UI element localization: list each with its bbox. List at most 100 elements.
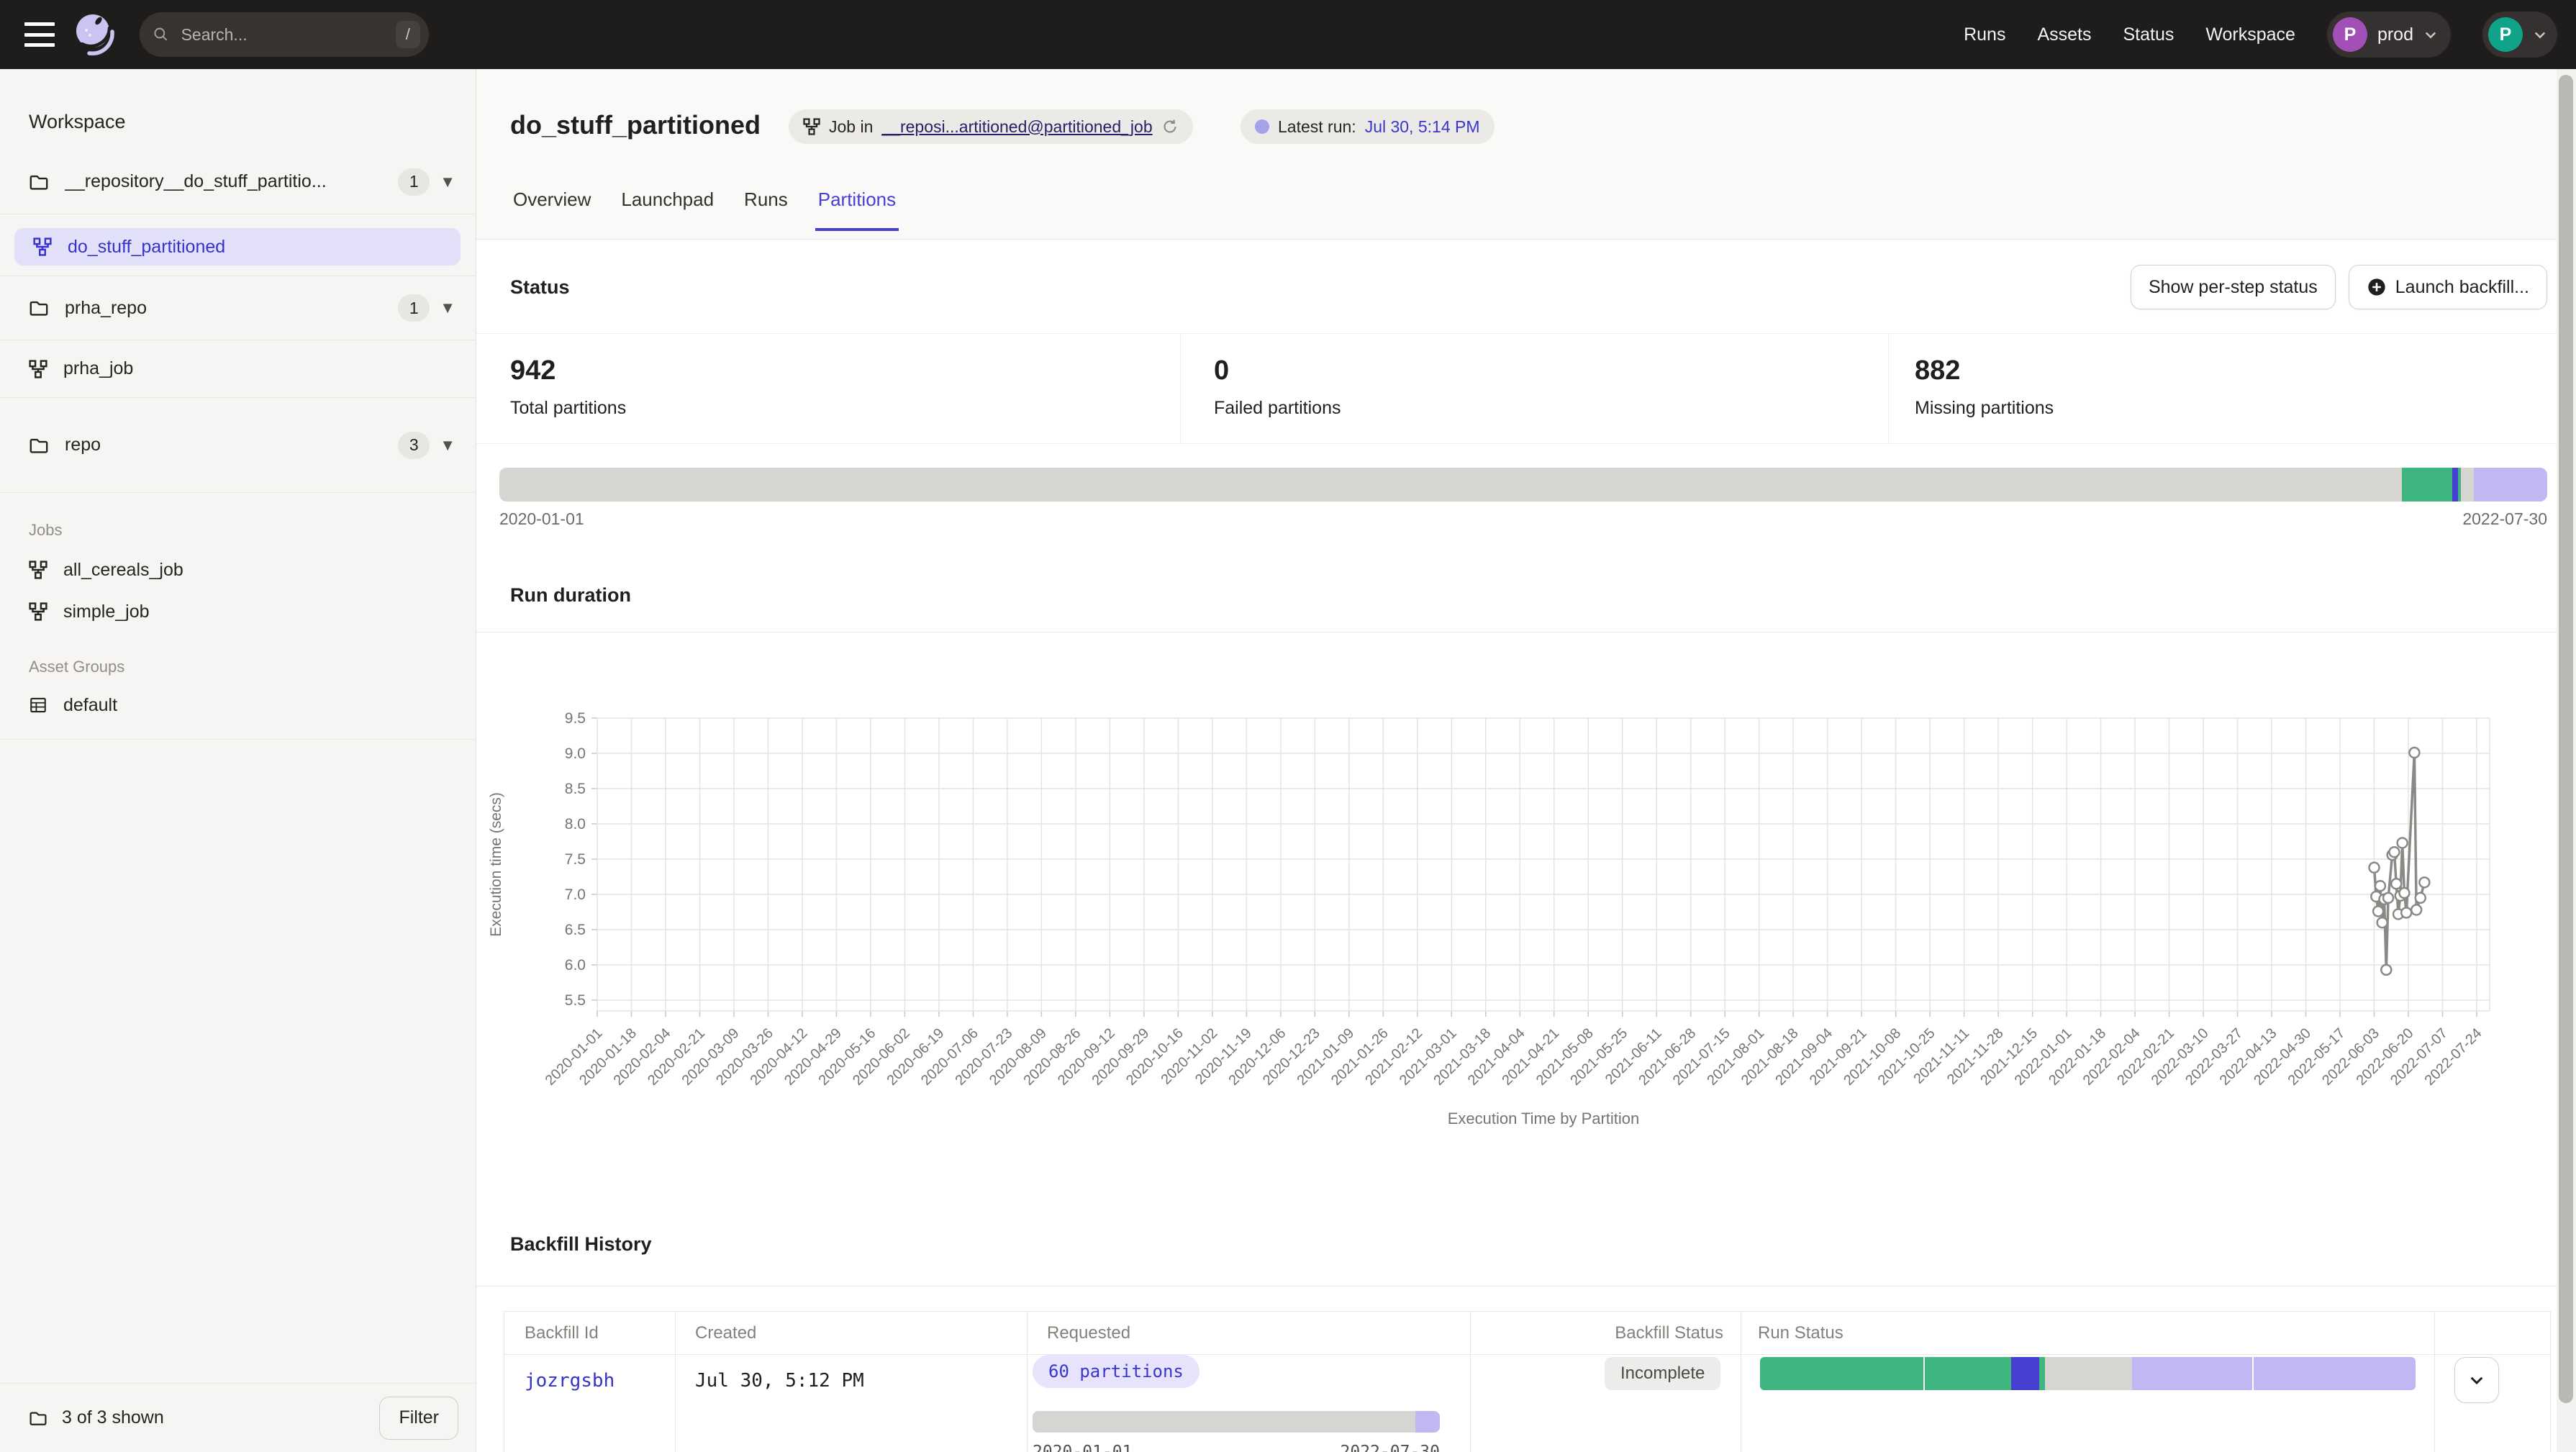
tab-launchpad[interactable]: Launchpad: [618, 189, 717, 231]
run-duration-chart[interactable]: 9.59.08.58.07.57.06.56.05.52020-01-01202…: [476, 712, 2557, 1133]
caret-down-icon[interactable]: ▼: [440, 173, 455, 191]
search-icon: [153, 25, 170, 44]
bar-segment: [1925, 1357, 2011, 1390]
status-bar-dates: 2020-01-01 2022-07-30: [499, 509, 2547, 529]
job-count-badge: 1: [398, 168, 430, 196]
refresh-icon[interactable]: [1161, 118, 1179, 135]
sidebar-item-label: do_stuff_partitioned: [68, 237, 225, 258]
vertical-scrollbar[interactable]: [2557, 69, 2576, 1452]
data-point: [2401, 907, 2411, 917]
nav-link-runs[interactable]: Runs: [1964, 24, 2005, 45]
sidebar-item-prha-repo[interactable]: prha_repo 1 ▼: [0, 276, 476, 340]
job-origin-prefix: Job in: [829, 117, 873, 137]
latest-run-badge: Latest run: Jul 30, 5:14 PM: [1241, 109, 1495, 144]
stat-missing-partitions: 882 Missing partitions: [1915, 334, 2054, 443]
data-point: [2383, 893, 2393, 903]
nav-link-assets[interactable]: Assets: [2037, 24, 2091, 45]
sidebar-item-prha-job[interactable]: prha_job: [0, 340, 476, 398]
sidebar-item-repository-do-stuff[interactable]: __repository__do_stuff_partitio... 1 ▼: [0, 150, 476, 214]
run-duration-heading: Run duration: [510, 584, 631, 607]
requested-end-date: 2022-07-30: [1341, 1443, 1440, 1452]
job-count-badge: 3: [398, 432, 430, 459]
chart-caption: Execution Time by Partition: [1448, 1110, 1640, 1127]
job-count-badge: 1: [398, 294, 430, 322]
execution-time-chart[interactable]: 9.59.08.58.07.57.06.56.05.52020-01-01202…: [476, 712, 2557, 1133]
sidebar-item-label: simple_job: [63, 602, 150, 622]
y-tick-label: 7.5: [565, 851, 586, 868]
navbar-right: Runs Assets Status Workspace P prod P: [1964, 12, 2557, 58]
sidebar-item-label: repo: [65, 435, 101, 455]
tab-overview[interactable]: Overview: [510, 189, 594, 231]
column-header-created: Created: [695, 1323, 756, 1343]
bar-segment: [2039, 1357, 2045, 1390]
page-title: do_stuff_partitioned: [510, 110, 761, 140]
backfill-created: Jul 30, 5:12 PM: [695, 1370, 864, 1392]
run-status-dot-icon: [1255, 119, 1269, 134]
bar-segment: [2254, 1357, 2416, 1390]
divider: [1180, 334, 1181, 443]
sidebar-item-do-stuff-partitioned[interactable]: do_stuff_partitioned: [14, 228, 461, 266]
caret-down-icon[interactable]: ▼: [440, 299, 455, 317]
bar-segment: [1033, 1411, 1415, 1433]
data-point: [2377, 917, 2387, 927]
caret-down-icon[interactable]: ▼: [440, 436, 455, 455]
backfill-id-link[interactable]: jozrgsbh: [525, 1370, 614, 1392]
folder-icon: [29, 298, 49, 318]
sidebar-item-label: all_cereals_job: [63, 560, 183, 581]
chevron-down-icon: [2467, 1371, 2486, 1389]
bar-segment: [499, 468, 2402, 502]
filter-button[interactable]: Filter: [379, 1397, 458, 1440]
partition-status-bar[interactable]: [499, 468, 2547, 502]
show-per-step-status-button[interactable]: Show per-step status: [2131, 265, 2336, 309]
sidebar-item-simple-job[interactable]: simple_job: [0, 591, 476, 632]
scrollbar-thumb[interactable]: [2559, 75, 2573, 1403]
deployment-name: prod: [2377, 24, 2413, 45]
bar-segment: [1415, 1411, 1440, 1433]
run-status-bar[interactable]: [1760, 1357, 2416, 1390]
divider: [476, 1286, 2576, 1287]
tab-partitions[interactable]: Partitions: [815, 189, 899, 231]
y-tick-label: 8.0: [565, 816, 586, 832]
data-point: [2398, 838, 2408, 848]
requested-range-bar: [1033, 1411, 1440, 1433]
divider: [0, 739, 476, 740]
data-point: [2416, 893, 2426, 903]
sidebar-item-label: prha_repo: [65, 298, 147, 319]
status-heading: Status: [510, 276, 570, 299]
dagster-logo-icon[interactable]: [72, 12, 118, 58]
search-input[interactable]: [180, 24, 396, 45]
sidebar-footer: 3 of 3 shown Filter: [0, 1383, 476, 1452]
global-search[interactable]: /: [140, 12, 429, 57]
hamburger-menu-icon[interactable]: [24, 22, 55, 47]
tab-runs[interactable]: Runs: [741, 189, 791, 231]
sidebar-item-repo[interactable]: repo 3 ▼: [0, 398, 476, 493]
job-origin-link[interactable]: __reposi...artitioned@partitioned_job: [881, 117, 1152, 137]
stat-total-partitions: 942 Total partitions: [510, 334, 626, 443]
data-point: [2411, 905, 2421, 915]
data-point: [2419, 877, 2429, 887]
deployment-switcher[interactable]: P prod: [2327, 12, 2451, 58]
requested-start-date: 2020-01-01: [1033, 1443, 1132, 1452]
chevron-down-icon: [2533, 27, 2547, 42]
expand-row-button[interactable]: [2454, 1357, 2499, 1403]
latest-run-link[interactable]: Jul 30, 5:14 PM: [1365, 117, 1480, 137]
status-actions: Show per-step status Launch backfill...: [2131, 265, 2547, 309]
jobs-section-label: Jobs: [29, 521, 62, 540]
data-point: [2381, 965, 2391, 975]
nav-link-status[interactable]: Status: [2123, 24, 2174, 45]
bar-segment: [2045, 1357, 2133, 1390]
dagster-app: / Runs Assets Status Workspace P prod P …: [0, 0, 2576, 1452]
launch-backfill-button[interactable]: Launch backfill...: [2349, 265, 2547, 309]
sidebar-item-all-cereals-job[interactable]: all_cereals_job: [0, 550, 476, 590]
user-menu[interactable]: P: [2482, 12, 2557, 58]
column-header-requested: Requested: [1047, 1323, 1130, 1343]
main-content: do_stuff_partitioned Job in __reposi...a…: [476, 69, 2576, 1452]
sidebar-item-default-group[interactable]: default: [0, 685, 476, 725]
requested-partitions-badge[interactable]: 60 partitions: [1033, 1355, 1199, 1388]
nav-link-workspace[interactable]: Workspace: [2205, 24, 2295, 45]
folder-icon: [29, 172, 49, 192]
sidebar-heading: Workspace: [29, 111, 126, 133]
backfill-table: Backfill Id Created Requested Backfill S…: [504, 1311, 2551, 1452]
requested-range-dates: 2020-01-01 2022-07-30: [1033, 1443, 1440, 1452]
status-bar-start-date: 2020-01-01: [499, 509, 584, 529]
